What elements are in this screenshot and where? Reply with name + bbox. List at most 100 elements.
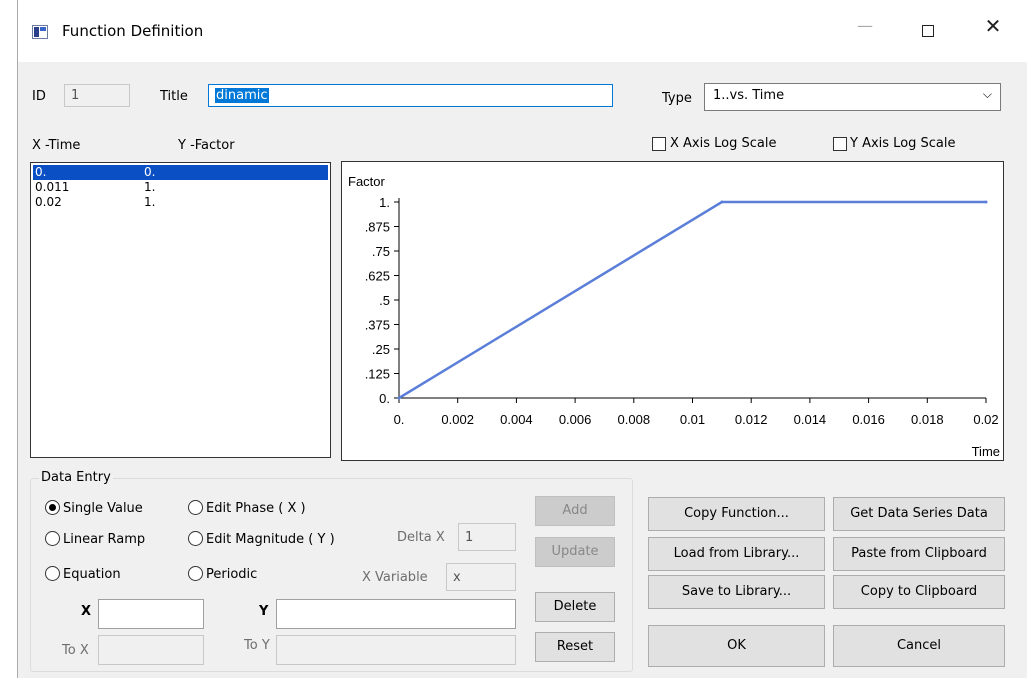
radio-label: Equation — [63, 567, 121, 582]
y-tick-label: .875 — [365, 220, 390, 235]
type-value: 1..vs. Time — [713, 88, 785, 103]
copy-function-button[interactable]: Copy Function... — [648, 497, 825, 531]
x-column-label: X -Time — [32, 138, 81, 153]
y-axis-label: Factor — [348, 174, 386, 189]
title-input[interactable]: dinamic — [208, 84, 613, 107]
minimize-button[interactable]: — — [845, 16, 885, 44]
radio-label: Edit Magnitude ( Y ) — [206, 532, 335, 547]
table-row[interactable]: 0.011 1. — [33, 180, 328, 195]
table-row[interactable]: 0. 0. — [33, 165, 328, 180]
reset-button[interactable]: Reset — [535, 632, 615, 662]
to-y-label: To Y — [244, 638, 270, 653]
radio-edit-phase[interactable]: Edit Phase ( X ) — [188, 500, 306, 516]
maximize-button[interactable] — [908, 18, 948, 46]
radio-edit-magnitude[interactable]: Edit Magnitude ( Y ) — [188, 531, 335, 547]
x-label: X — [81, 604, 92, 619]
type-select[interactable]: 1..vs. Time ⌵ — [704, 83, 1001, 111]
radio-unselected-icon — [188, 566, 203, 581]
delta-x-label: Delta X — [397, 530, 445, 545]
x-tick-label: 0.006 — [559, 412, 592, 427]
radio-label: Single Value — [63, 501, 143, 516]
paste-from-clipboard-button[interactable]: Paste from Clipboard — [833, 537, 1005, 571]
cell-y: 1. — [144, 180, 156, 194]
x-input[interactable] — [98, 599, 204, 629]
x-tick-label: 0.002 — [441, 412, 474, 427]
x-variable-label: X Variable — [362, 570, 428, 585]
add-button[interactable]: Add — [535, 496, 615, 526]
to-x-field — [98, 635, 204, 665]
radio-single-value[interactable]: Single Value — [45, 500, 143, 516]
y-tick-label: .375 — [365, 318, 390, 333]
y-tick-label: .625 — [365, 269, 390, 284]
radio-linear-ramp[interactable]: Linear Ramp — [45, 531, 145, 547]
ok-button[interactable]: OK — [648, 625, 825, 667]
radio-label: Periodic — [206, 567, 258, 582]
x-tick-label: 0.018 — [911, 412, 944, 427]
x-variable-field: x — [446, 563, 516, 591]
copy-to-clipboard-button[interactable]: Copy to Clipboard — [833, 575, 1005, 609]
close-button[interactable]: ✕ — [973, 14, 1013, 42]
data-point-list[interactable]: 0. 0. 0.011 1. 0.02 1. — [30, 162, 331, 458]
radio-periodic[interactable]: Periodic — [188, 566, 257, 582]
chart-svg: 0. .125 .25 .375 .5 .625 .75 .875 1. 0. 0.002 0.004… — [348, 174, 1000, 459]
to-x-label: To X — [62, 643, 89, 658]
table-row[interactable]: 0.02 1. — [33, 195, 328, 210]
y-tick-label: .75 — [372, 244, 390, 259]
cell-y: 0. — [144, 165, 156, 179]
x-tick-label: 0. — [394, 412, 405, 427]
delta-x-field: 1 — [458, 523, 516, 551]
x-tick-label: 0.004 — [500, 412, 533, 427]
title-bar: Function Definition — ✕ — [18, 0, 1027, 62]
id-field: 1 — [64, 84, 130, 107]
y-tick-label: .125 — [365, 367, 390, 382]
radio-equation[interactable]: Equation — [45, 566, 121, 582]
y-tick-label: 0. — [379, 391, 390, 406]
cell-x: 0. — [35, 165, 47, 179]
y-input[interactable] — [276, 599, 516, 629]
chevron-down-icon: ⌵ — [982, 87, 992, 101]
radio-unselected-icon — [45, 531, 60, 546]
type-label: Type — [662, 91, 692, 106]
y-tick-label: .5 — [379, 293, 390, 308]
save-to-library-button[interactable]: Save to Library... — [648, 575, 825, 609]
cell-y: 1. — [144, 195, 156, 209]
cancel-button[interactable]: Cancel — [833, 625, 1005, 667]
radio-unselected-icon — [188, 500, 203, 515]
get-data-series-button[interactable]: Get Data Series Data — [833, 497, 1005, 531]
data-point — [984, 200, 988, 204]
window-title: Function Definition — [62, 22, 204, 40]
title-value: dinamic — [215, 88, 269, 103]
cell-x: 0.02 — [35, 195, 62, 209]
radio-label: Linear Ramp — [63, 532, 146, 547]
function-chart: 0. .125 .25 .375 .5 .625 .75 .875 1. 0. 0.002 0.004… — [341, 161, 1004, 461]
x-tick-label: 0.01 — [680, 412, 705, 427]
load-from-library-button[interactable]: Load from Library... — [648, 537, 825, 571]
data-point — [397, 396, 401, 400]
radio-unselected-icon — [188, 531, 203, 546]
delete-button[interactable]: Delete — [535, 592, 615, 622]
series-line — [398, 200, 986, 400]
y-tick-label: 1. — [379, 195, 390, 210]
radio-label: Edit Phase ( X ) — [206, 501, 306, 516]
title-label: Title — [160, 89, 188, 104]
radio-unselected-icon — [45, 566, 60, 581]
radio-selected-icon — [45, 500, 60, 515]
data-point — [720, 200, 724, 204]
x-tick-label: 0.012 — [735, 412, 768, 427]
y-log-scale-checkbox[interactable] — [833, 137, 847, 151]
y-label: Y — [259, 604, 269, 619]
data-entry-title: Data Entry — [39, 470, 113, 485]
update-button[interactable]: Update — [535, 537, 615, 567]
x-log-scale-label[interactable]: X Axis Log Scale — [670, 136, 776, 151]
app-icon — [32, 25, 48, 39]
y-log-scale-label[interactable]: Y Axis Log Scale — [850, 136, 956, 151]
x-tick-label: 0.008 — [618, 412, 651, 427]
to-y-field — [276, 635, 516, 665]
y-column-label: Y -Factor — [178, 138, 235, 153]
function-definition-window: Function Definition — ✕ ID 1 Title dinam… — [17, 0, 1027, 678]
x-tick-label: 0.014 — [794, 412, 827, 427]
x-tick-label: 0.016 — [852, 412, 885, 427]
maximize-icon — [922, 25, 934, 37]
x-log-scale-checkbox[interactable] — [652, 137, 666, 151]
x-axis-label: Time — [972, 444, 1000, 459]
